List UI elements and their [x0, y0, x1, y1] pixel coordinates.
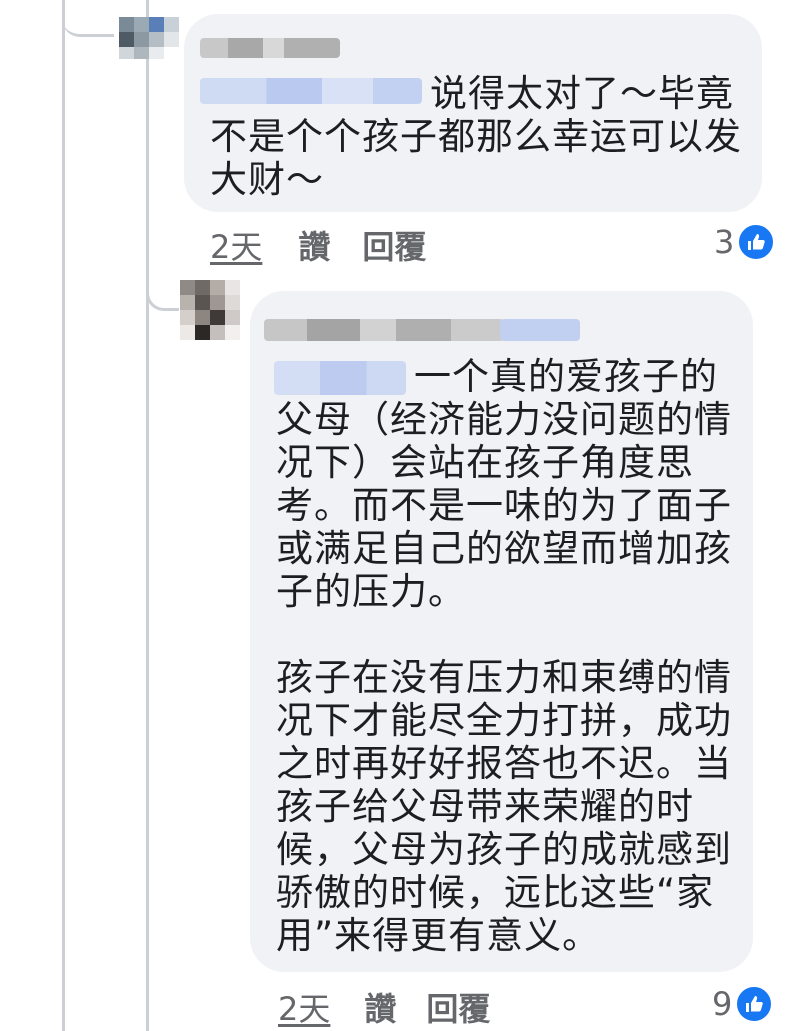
reply-thread-line: [146, 0, 149, 1031]
reaction-summary[interactable]: 9: [712, 984, 775, 1024]
reply-thread-connector: [146, 268, 179, 311]
reaction-count: 9: [712, 985, 733, 1023]
like-button[interactable]: 讚: [364, 984, 396, 1030]
thread-connector: [62, 0, 114, 37]
comment-text: 一个真的爱孩子的 父母（经济能力没问题的情 况下）会站在孩子角度思 考。而不是一…: [276, 355, 732, 957]
redacted-author-name-part[interactable]: [500, 319, 580, 341]
comment-actions: 2天 讚 回覆: [210, 222, 426, 268]
redacted-author-name[interactable]: [200, 38, 340, 58]
redacted-author-name[interactable]: [264, 319, 504, 341]
thread-line: [62, 0, 65, 1031]
like-button[interactable]: 讚: [298, 222, 330, 268]
comment-text: 说得太对了～毕竟 不是个个孩子都那么幸运可以发 大财～: [210, 72, 742, 201]
thumbs-up-icon: [734, 984, 775, 1024]
timestamp-link[interactable]: 2天: [278, 984, 330, 1030]
reaction-summary[interactable]: 3: [714, 222, 777, 262]
reaction-count: 3: [714, 223, 735, 261]
comment-bubble: 一个真的爱孩子的 父母（经济能力没问题的情 况下）会站在孩子角度思 考。而不是一…: [250, 291, 753, 972]
thumbs-up-icon: [736, 222, 777, 262]
avatar[interactable]: [180, 280, 240, 340]
timestamp-link[interactable]: 2天: [210, 222, 262, 268]
comment-bubble: 说得太对了～毕竟 不是个个孩子都那么幸运可以发 大财～: [184, 14, 762, 212]
reply-button[interactable]: 回覆: [362, 222, 426, 268]
comment-actions: 2天 讚 回覆: [278, 984, 490, 1030]
reply-button[interactable]: 回覆: [426, 984, 490, 1030]
avatar[interactable]: [119, 17, 179, 59]
